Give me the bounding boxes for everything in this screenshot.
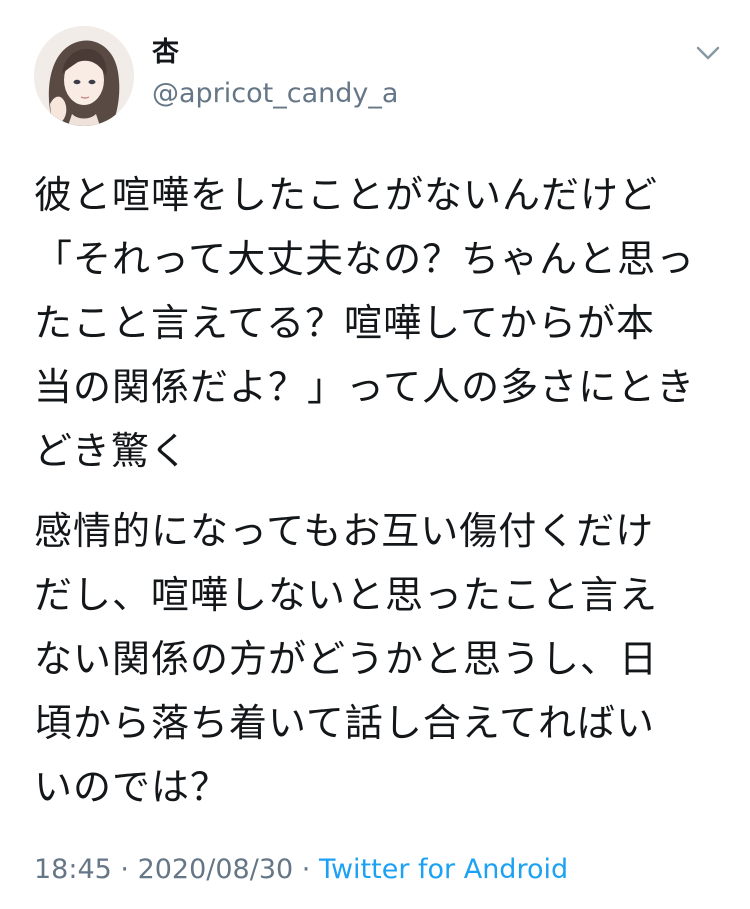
- tweet-line: 「それって大丈夫なの？ちゃんと思っ: [34, 237, 696, 281]
- tweet-source-link[interactable]: Twitter for Android: [319, 854, 568, 885]
- tweet-line: だし、喧嘩しないと思ったこと言え: [34, 573, 659, 617]
- avatar[interactable]: [34, 26, 134, 126]
- tweet-paragraph: 感情的になってもお互い傷付くだけ だし、喧嘩しないと思ったこと言え ない関係の方…: [34, 499, 724, 819]
- chevron-down-icon[interactable]: [690, 38, 726, 68]
- user-handle[interactable]: @apricot_candy_a: [152, 77, 398, 111]
- tweet-line: 感情的になってもお互い傷付くだけ: [34, 509, 655, 553]
- tweet-line: 頃から落ち着いて話し合えてればい: [34, 701, 655, 745]
- tweet-line: どき驚く: [34, 429, 189, 473]
- display-name[interactable]: 杏: [152, 36, 179, 70]
- tweet-line: ない関係の方がどうかと思うし、日: [34, 637, 659, 681]
- tweet-line: 当の関係だよ？」って人の多さにとき: [34, 365, 696, 409]
- illustrated-avatar: [34, 26, 134, 126]
- tweet-time[interactable]: 18:45: [34, 854, 112, 885]
- tweet-line: 彼と喧嘩をしたことがないんだけど: [34, 173, 659, 217]
- tweet-text: 彼と喧嘩をしたことがないんだけど 「それって大丈夫なの？ちゃんと思っ たこと言え…: [34, 163, 724, 819]
- tweet-date[interactable]: 2020/08/30: [138, 854, 294, 885]
- tweet-meta: 18:45 · 2020/08/30 · Twitter for Android: [34, 852, 568, 888]
- tweet-line: いのでは？: [34, 765, 230, 809]
- tweet-paragraph: 彼と喧嘩をしたことがないんだけど 「それって大丈夫なの？ちゃんと思っ たこと言え…: [34, 163, 724, 483]
- tweet-line: たこと言えてる？喧嘩してからが本: [34, 301, 655, 345]
- meta-separator: ·: [111, 854, 138, 885]
- meta-separator: ·: [293, 854, 319, 885]
